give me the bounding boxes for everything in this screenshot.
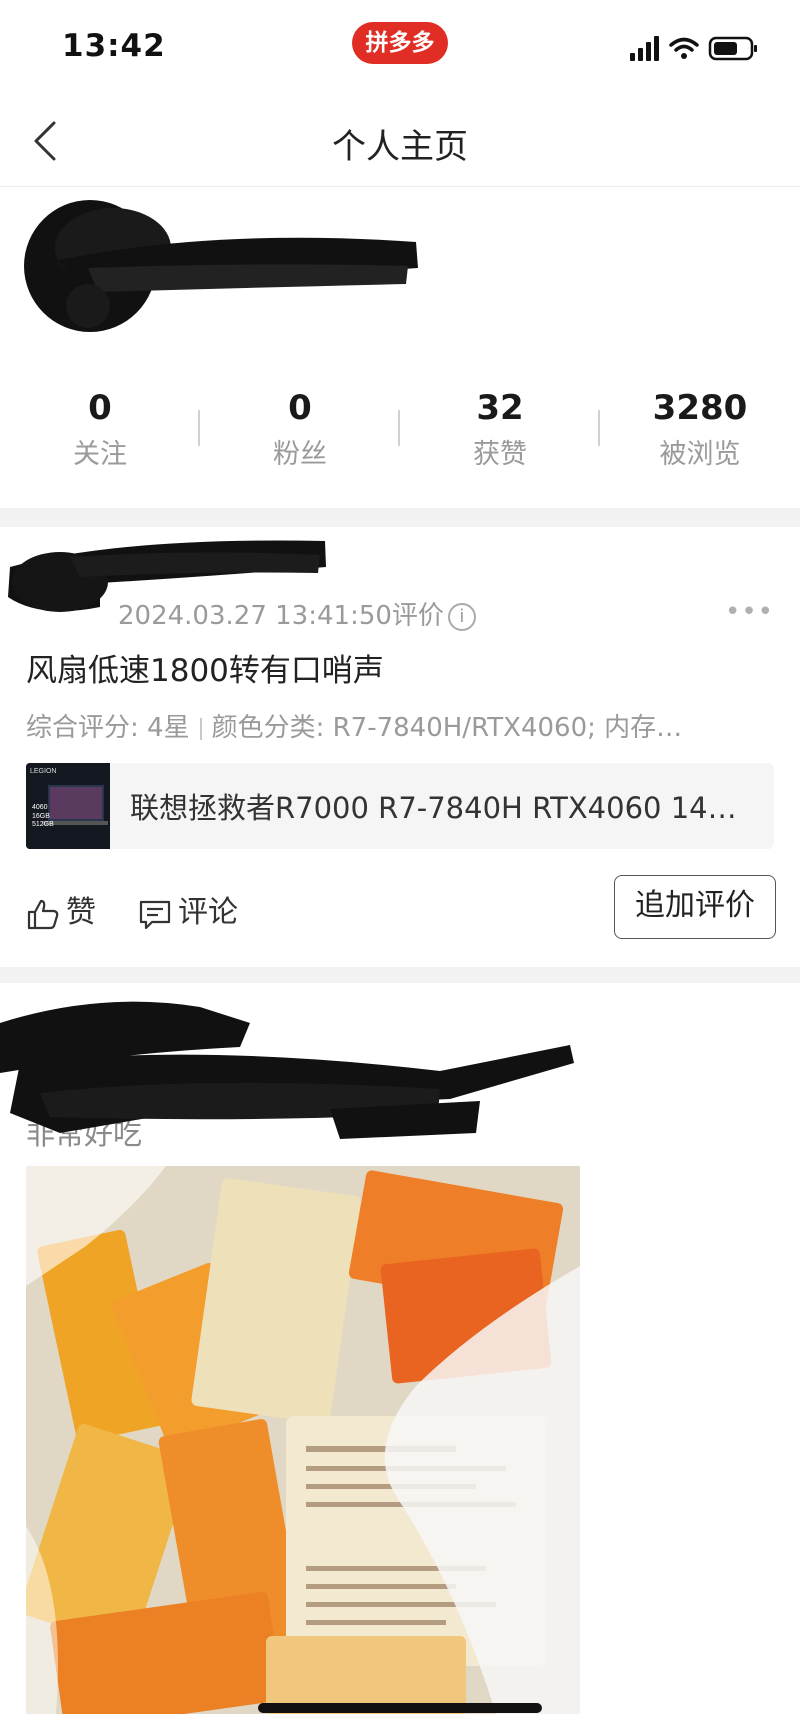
- home-indicator[interactable]: [258, 1703, 542, 1713]
- thumb-ssd: 512GB: [32, 821, 54, 828]
- comment-button[interactable]: 评论: [138, 887, 238, 931]
- page-title: 个人主页: [332, 127, 468, 167]
- review-card: 2024.03.27 13:41:50评价 i ••• 风扇低速1800转有口哨声…: [0, 527, 800, 967]
- thumb-ram: 16GB: [32, 813, 50, 820]
- stat-label: 关注: [73, 439, 127, 470]
- review-spec: 综合评分: 4星 颜色分类: R7-7840H/RTX4060; 内存…: [26, 707, 776, 744]
- status-bar: 13:42 拼多多: [0, 0, 800, 95]
- stat-likes[interactable]: 32 获赞: [400, 388, 600, 470]
- review-text: 风扇低速1800转有口哨声: [26, 653, 384, 689]
- app-badge: 拼多多: [352, 22, 448, 64]
- review-photo[interactable]: [26, 1166, 580, 1714]
- thumb-brand: LEGION: [30, 768, 56, 775]
- section-gap: [0, 967, 800, 983]
- thumb-gpu: 4060: [32, 804, 48, 811]
- spec-color: 颜色分类: R7-7840H/RTX4060; 内存…: [211, 713, 683, 743]
- review-card: 非常好吃: [0, 983, 800, 1731]
- more-options-icon[interactable]: •••: [725, 597, 774, 627]
- product-thumbnail: LEGION 4060 16GB 512GB: [26, 763, 110, 849]
- product-card[interactable]: LEGION 4060 16GB 512GB 联想拯救者R7000 R7-784…: [26, 763, 774, 849]
- spec-rating: 综合评分: 4星: [26, 713, 190, 743]
- redacted-reviewer: [0, 1001, 574, 1139]
- like-button[interactable]: 赞: [26, 887, 96, 931]
- status-icons: [630, 36, 757, 61]
- divider: [199, 717, 202, 740]
- product-name: 联想拯救者R7000 R7-7840H RTX4060 14…: [130, 791, 737, 825]
- review-actions: 赞 评论 追加评价: [26, 875, 776, 939]
- stat-fans[interactable]: 0 粉丝: [200, 388, 400, 470]
- review-date-text: 2024.03.27 13:41:50评价: [118, 601, 444, 631]
- like-label: 赞: [66, 895, 96, 930]
- profile-header: 0 关注 0 粉丝 32 获赞 3280 被浏览: [0, 188, 800, 508]
- stat-value: 32: [476, 388, 524, 428]
- status-time: 13:42: [62, 28, 166, 64]
- section-gap: [0, 508, 800, 527]
- stat-label: 粉丝: [273, 439, 327, 470]
- profile-stats: 0 关注 0 粉丝 32 获赞 3280 被浏览: [0, 388, 800, 470]
- stat-value: 0: [288, 388, 312, 428]
- stat-label: 获赞: [473, 439, 527, 470]
- add-review-button[interactable]: 追加评价: [614, 875, 776, 939]
- stat-value: 0: [88, 388, 112, 428]
- stat-views[interactable]: 3280 被浏览: [600, 388, 800, 470]
- review-date: 2024.03.27 13:41:50评价 i: [118, 595, 476, 632]
- laptop-thumbnail-image: LEGION 4060 16GB 512GB: [26, 763, 110, 849]
- wifi-icon: [669, 37, 699, 59]
- thumbs-up-icon: [27, 899, 59, 929]
- comment-label: 评论: [178, 895, 238, 930]
- nav-bar: 个人主页: [0, 95, 800, 187]
- snack-bag-photo: [26, 1166, 580, 1714]
- stat-following[interactable]: 0 关注: [0, 388, 200, 470]
- signal-icon: [630, 36, 659, 61]
- stat-label: 被浏览: [659, 439, 741, 470]
- redacted-avatar-and-name: [24, 200, 418, 332]
- comment-icon: [139, 900, 171, 929]
- battery-icon: [708, 36, 757, 61]
- stat-value: 3280: [652, 388, 748, 428]
- info-icon[interactable]: i: [447, 602, 476, 631]
